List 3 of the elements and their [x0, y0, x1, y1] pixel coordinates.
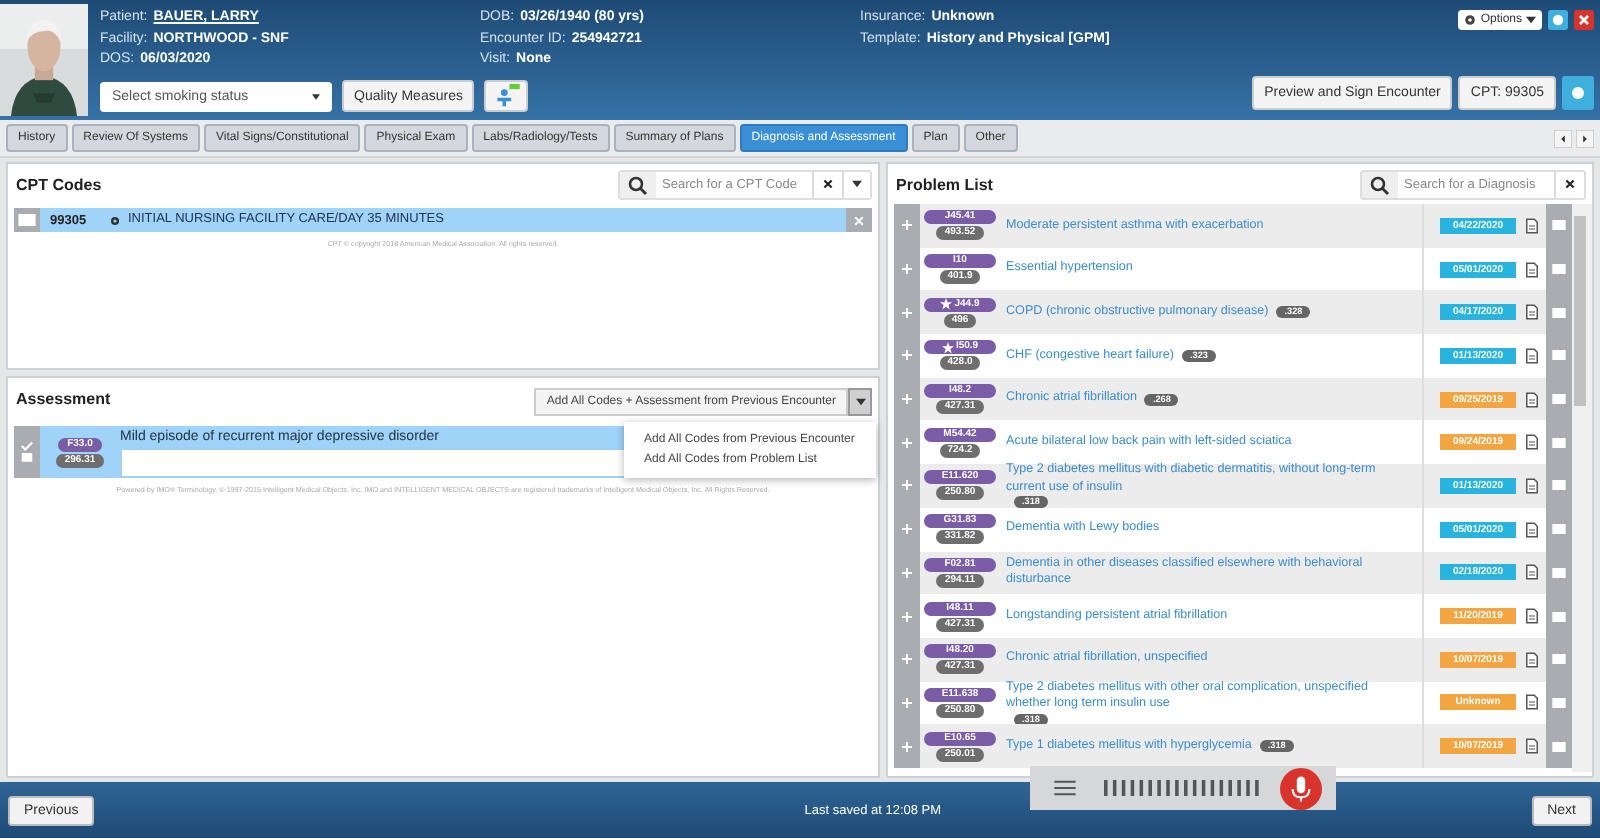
panel-title: CPT Codes — [16, 175, 102, 193]
panel-title: Assessment — [16, 389, 111, 407]
panel-title: Problem List — [896, 175, 993, 193]
